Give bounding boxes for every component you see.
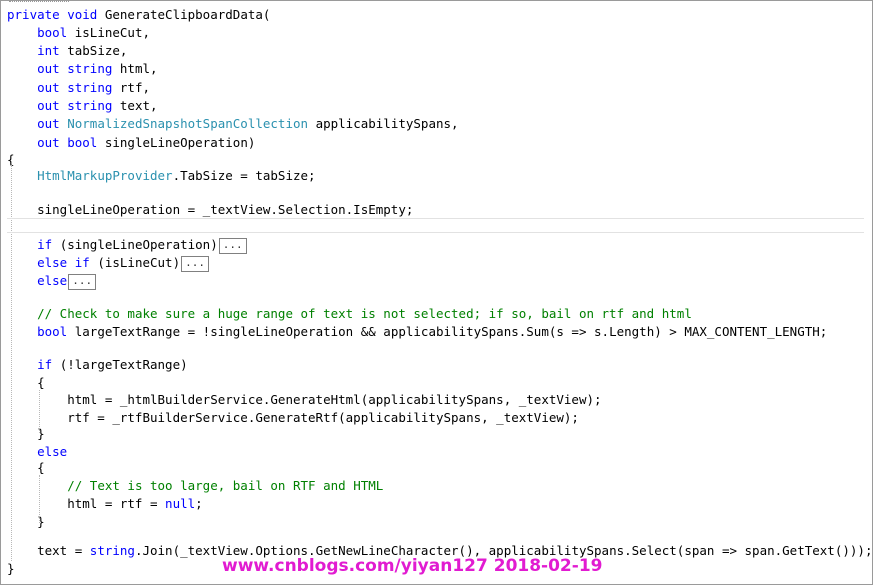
watermark: www.cnblogs.com/yiyan127 2018-02-19 — [222, 556, 603, 576]
code-editor-text-area[interactable]: private void GenerateClipboardData( bool… — [1, 1, 872, 584]
code-token: largeTextRange = !singleLineOperation &&… — [67, 324, 828, 339]
code-line: if (!largeTextRange) — [7, 356, 188, 374]
collapsed-region-button[interactable]: ... — [218, 237, 247, 254]
code-token: isLineCut, — [67, 25, 151, 40]
keyword-token: out — [37, 98, 60, 113]
code-token: rtf = _rtfBuilderService.GenerateRtf(app… — [7, 410, 579, 425]
code-token: } — [7, 561, 15, 576]
keyword-token: else — [37, 273, 68, 288]
code-line: if (singleLineOperation)... — [7, 236, 247, 254]
code-token: { — [7, 375, 45, 390]
keyword-token: bool — [67, 135, 98, 150]
indent-guide-else-block — [39, 475, 40, 523]
code-token: .TabSize = tabSize; — [172, 168, 316, 183]
code-token: { — [7, 460, 45, 475]
code-token: singleLineOperation = _textView.Selectio… — [7, 202, 414, 217]
keyword-token: string — [89, 543, 135, 558]
code-line: out NormalizedSnapshotSpanCollection app… — [7, 115, 459, 133]
keyword-token: bool — [37, 25, 68, 40]
keyword-token: else — [37, 444, 68, 459]
code-line: html = _htmlBuilderService.GenerateHtml(… — [7, 391, 602, 409]
keyword-token: if — [37, 357, 53, 372]
code-token: (singleLineOperation) — [52, 237, 218, 252]
indent-guide-method — [11, 165, 12, 561]
code-token: singleLineOperation) — [97, 135, 256, 150]
comment-token: // Text is too large, bail on RTF and HT… — [67, 478, 384, 493]
code-line: bool isLineCut, — [7, 24, 150, 42]
code-token: applicabilitySpans, — [308, 116, 459, 131]
code-line: else if (isLineCut)... — [7, 254, 209, 272]
code-line: private void GenerateClipboardData( — [7, 6, 270, 24]
keyword-token: out — [37, 116, 60, 131]
comment-token: // Check to make sure a huge range of te… — [37, 306, 692, 321]
code-token: html = _htmlBuilderService.GenerateHtml(… — [7, 392, 602, 407]
code-line: bool largeTextRange = !singleLineOperati… — [7, 323, 827, 341]
code-line: int tabSize, — [7, 42, 127, 60]
indent-guide-if-block — [39, 390, 40, 433]
code-line: // Check to make sure a huge range of te… — [7, 305, 692, 323]
code-editor-window: private void GenerateClipboardData( bool… — [0, 0, 873, 585]
keyword-token: out — [37, 135, 60, 150]
keyword-token: if — [37, 237, 53, 252]
type-token: HtmlMarkupProvider — [37, 168, 173, 183]
keyword-token: private — [7, 7, 60, 22]
code-line: singleLineOperation = _textView.Selectio… — [7, 201, 413, 219]
keyword-token: string — [67, 61, 113, 76]
keyword-token: null — [165, 496, 196, 511]
code-line: out bool singleLineOperation) — [7, 134, 255, 152]
keyword-token: string — [67, 80, 113, 95]
code-line: else... — [7, 272, 97, 290]
code-token: (isLineCut) — [89, 255, 181, 270]
code-line: HtmlMarkupProvider.TabSize = tabSize; — [7, 167, 316, 185]
code-line: html = rtf = null; — [7, 495, 203, 513]
keyword-token: string — [67, 98, 113, 113]
code-token: ; — [195, 496, 203, 511]
code-line: } — [7, 560, 15, 578]
keyword-token: void — [67, 7, 98, 22]
code-token: html, — [112, 61, 158, 76]
code-line: // Text is too large, bail on RTF and HT… — [7, 477, 383, 495]
code-line: out string html, — [7, 60, 158, 78]
code-token: text = — [7, 543, 90, 558]
code-token: html = rtf = — [7, 496, 166, 511]
code-token: tabSize, — [59, 43, 128, 58]
keyword-token: out — [37, 80, 60, 95]
code-line: rtf = _rtfBuilderService.GenerateRtf(app… — [7, 409, 579, 427]
code-token: (!largeTextRange) — [52, 357, 188, 372]
code-token: rtf, — [112, 80, 151, 95]
type-token: NormalizedSnapshotSpanCollection — [67, 116, 309, 131]
code-token: GenerateClipboardData( — [97, 7, 271, 22]
keyword-token: out — [37, 61, 60, 76]
keyword-token: bool — [37, 324, 68, 339]
code-line: out string rtf, — [7, 79, 150, 97]
code-token: text, — [112, 98, 158, 113]
code-line: out string text, — [7, 97, 158, 115]
line-separator — [7, 218, 864, 219]
keyword-token: else if — [37, 255, 90, 270]
collapsed-region-button[interactable]: ... — [181, 255, 209, 272]
line-separator — [7, 232, 864, 233]
keyword-token: int — [37, 43, 60, 58]
collapsed-region-button[interactable]: ... — [68, 273, 97, 290]
